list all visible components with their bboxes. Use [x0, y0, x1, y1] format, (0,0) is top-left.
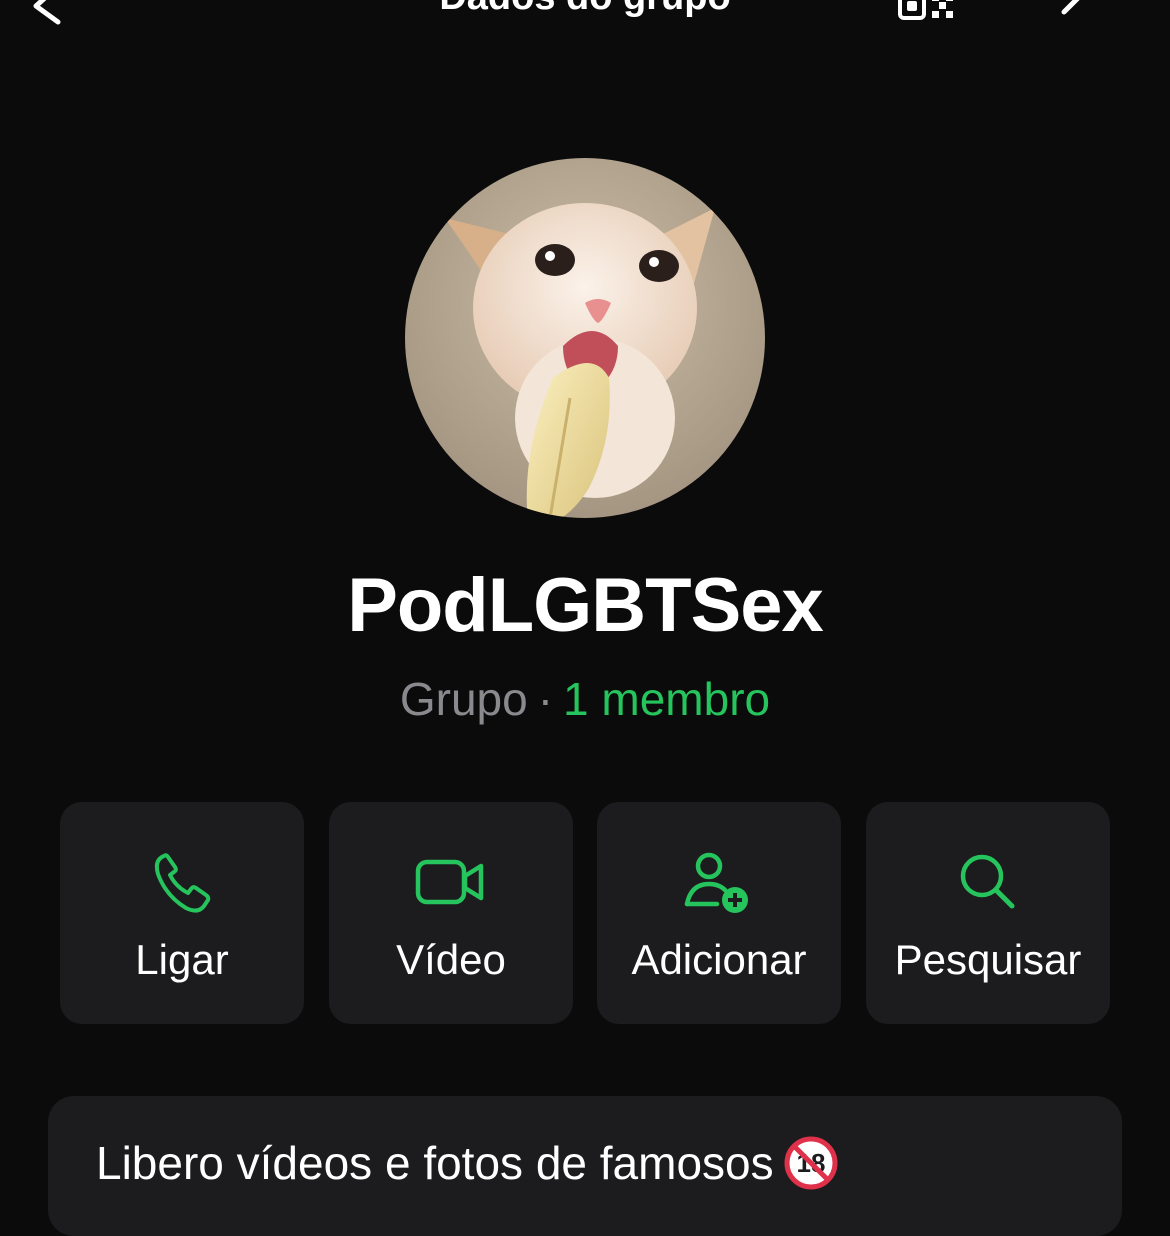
- group-name: PodLGBTSex: [347, 563, 824, 648]
- group-avatar[interactable]: [405, 158, 765, 518]
- video-button[interactable]: Vídeo: [329, 802, 573, 1024]
- video-label: Vídeo: [396, 936, 506, 983]
- members-link[interactable]: 1 membro: [563, 673, 770, 725]
- no-one-under-eighteen-icon: 18: [784, 1136, 838, 1190]
- navigation-bar: Dados do grupo: [0, 0, 1170, 40]
- call-button[interactable]: Ligar: [60, 802, 304, 1024]
- pencil-icon: [1061, 0, 1080, 15]
- call-label: Ligar: [135, 936, 229, 983]
- search-label: Pesquisar: [894, 936, 1082, 983]
- group-subtitle: Grupo · 1 membro: [0, 672, 1170, 726]
- video-camera-icon: [329, 850, 573, 914]
- phone-icon: [60, 850, 304, 914]
- cat-licking-banana-photo: [405, 158, 765, 518]
- group-kind: Grupo: [399, 673, 528, 725]
- group-description: Libero vídeos e fotos de famosos 18: [96, 1136, 838, 1194]
- qr-code-button[interactable]: [896, 0, 960, 28]
- add-person-icon: [597, 850, 841, 914]
- add-member-button[interactable]: Adicionar: [597, 802, 841, 1024]
- edit-button[interactable]: [1058, 0, 1102, 28]
- add-member-label: Adicionar: [631, 936, 807, 983]
- description-text: Libero vídeos e fotos de famosos: [96, 1137, 774, 1189]
- search-button[interactable]: Pesquisar: [866, 802, 1110, 1024]
- group-description-card[interactable]: Libero vídeos e fotos de famosos 18: [48, 1096, 1122, 1236]
- page-title: Dados do grupo: [0, 0, 1170, 19]
- qr-code-icon: [898, 0, 953, 20]
- separator-dot: ·: [537, 673, 554, 725]
- search-icon: [866, 850, 1110, 914]
